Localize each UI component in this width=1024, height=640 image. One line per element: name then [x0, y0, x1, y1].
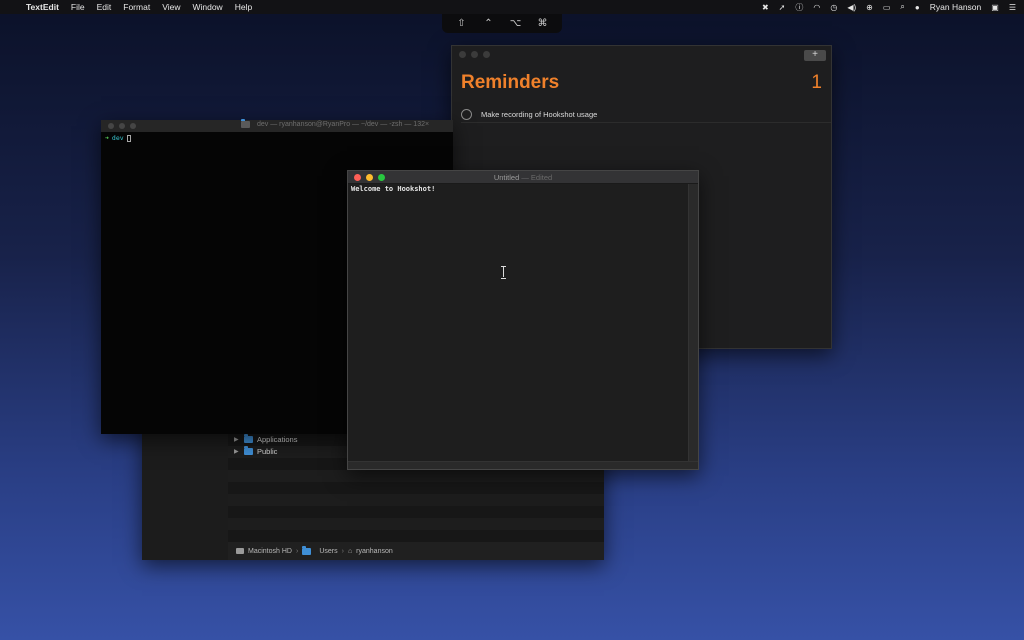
menu-window[interactable]: Window [192, 2, 222, 12]
list-item-label: Public [257, 446, 278, 456]
home-icon: ⌂ [347, 547, 353, 555]
shift-key-icon[interactable]: ⇧ [453, 18, 471, 29]
vpn-icon[interactable]: ⊕ [866, 3, 873, 12]
minimize-button[interactable] [471, 51, 478, 58]
hard-drive-icon [236, 548, 244, 554]
terminal-titlebar[interactable]: dev — ryanhanson@RyanPro — ~/dev — -zsh … [101, 119, 453, 132]
path-item[interactable]: Macintosh HD [248, 548, 292, 555]
text-cursor-icon [501, 266, 507, 279]
menu-bar: TextEdit File Edit Format View Window He… [0, 0, 1024, 14]
window-controls [459, 51, 490, 58]
battery-icon[interactable]: ▭ [883, 3, 891, 12]
screen-icon[interactable]: ▣ [991, 3, 999, 12]
terminal-title-text: dev — ryanhanson@RyanPro — ~/dev — -zsh … [257, 121, 430, 128]
wifi-icon[interactable]: ◠ [813, 3, 820, 12]
edited-indicator: — Edited [519, 173, 553, 182]
zoom-button[interactable] [130, 123, 136, 129]
textedit-titlebar[interactable]: Untitled — Edited [348, 171, 698, 184]
document-text[interactable]: Welcome to Hookshot! [351, 185, 685, 193]
folder-icon [244, 433, 253, 443]
folder-icon [244, 445, 253, 455]
textedit-window[interactable]: Untitled — Edited Welcome to Hookshot! [347, 170, 699, 470]
terminal-title: dev — ryanhanson@RyanPro — ~/dev — -zsh … [241, 119, 430, 128]
command-key-icon[interactable]: ⌘ [534, 18, 552, 29]
close-button[interactable] [459, 51, 466, 58]
user-name[interactable]: Ryan Hanson [930, 2, 982, 12]
menu-app-name[interactable]: TextEdit [26, 2, 59, 12]
list-item[interactable]: ▶ Applications [234, 433, 297, 445]
prompt-arrow-icon: ➜ [105, 134, 109, 142]
folder-icon [241, 119, 250, 128]
close-x-icon[interactable]: ✖ [762, 3, 769, 12]
document-name: Untitled [493, 173, 520, 182]
prompt-directory: dev [111, 134, 124, 142]
disclosure-triangle-icon[interactable]: ▶ [234, 436, 244, 443]
list-item[interactable]: ▶ Public [234, 445, 277, 457]
horizontal-scrollbar[interactable] [348, 461, 698, 469]
path-item[interactable]: Users [319, 548, 337, 555]
disclosure-triangle-icon[interactable]: ▶ [234, 448, 244, 455]
reminder-count: 1 [811, 72, 822, 93]
chevron-right-icon: › [341, 547, 344, 555]
zoom-button[interactable] [483, 51, 490, 58]
reminder-checkbox[interactable] [461, 109, 472, 120]
menu-view[interactable]: View [162, 2, 180, 12]
time-machine-icon[interactable]: ◷ [830, 3, 837, 12]
search-icon[interactable]: ⌕ [900, 2, 904, 12]
minimize-button[interactable] [119, 123, 125, 129]
control-key-icon[interactable]: ⌃ [480, 18, 498, 29]
document-body[interactable]: Welcome to Hookshot! [348, 184, 688, 461]
list-title: Reminders [461, 72, 560, 93]
menu-edit[interactable]: Edit [97, 2, 112, 12]
reminder-item[interactable]: Make recording of Hookshot usage [461, 107, 831, 123]
siri-icon[interactable]: ● [915, 3, 920, 12]
volume-icon[interactable]: ◀) [847, 3, 856, 12]
list-item-label: Applications [257, 434, 298, 444]
shell-prompt[interactable]: ➜ dev [105, 134, 131, 142]
folder-icon [302, 545, 312, 555]
reminder-text[interactable]: Make recording of Hookshot usage [481, 110, 597, 119]
hookshot-icon[interactable]: ➚ [779, 3, 786, 12]
option-key-icon[interactable]: ⌥ [507, 18, 525, 29]
window-controls [108, 123, 136, 129]
menu-format[interactable]: Format [123, 2, 150, 12]
status-area: ✖ ➚ ⓘ ◠ ◷ ◀) ⊕ ▭ ⌕ ● Ryan Hanson ▣ ☰ [762, 0, 1016, 14]
path-bar: Macintosh HD › Users › ⌂ ryanhanson [228, 542, 604, 560]
menu-help[interactable]: Help [235, 2, 252, 12]
info-icon[interactable]: ⓘ [795, 2, 803, 13]
path-item[interactable]: ryanhanson [356, 548, 393, 555]
add-reminder-button[interactable]: + [804, 50, 826, 61]
chevron-right-icon: › [295, 547, 299, 555]
document-title: Untitled — Edited [348, 173, 698, 182]
menu-file[interactable]: File [71, 2, 85, 12]
vertical-scrollbar[interactable] [688, 184, 698, 461]
notification-center-icon[interactable]: ☰ [1009, 3, 1016, 12]
plus-icon: + [812, 49, 818, 60]
terminal-cursor [126, 134, 131, 142]
close-button[interactable] [108, 123, 114, 129]
